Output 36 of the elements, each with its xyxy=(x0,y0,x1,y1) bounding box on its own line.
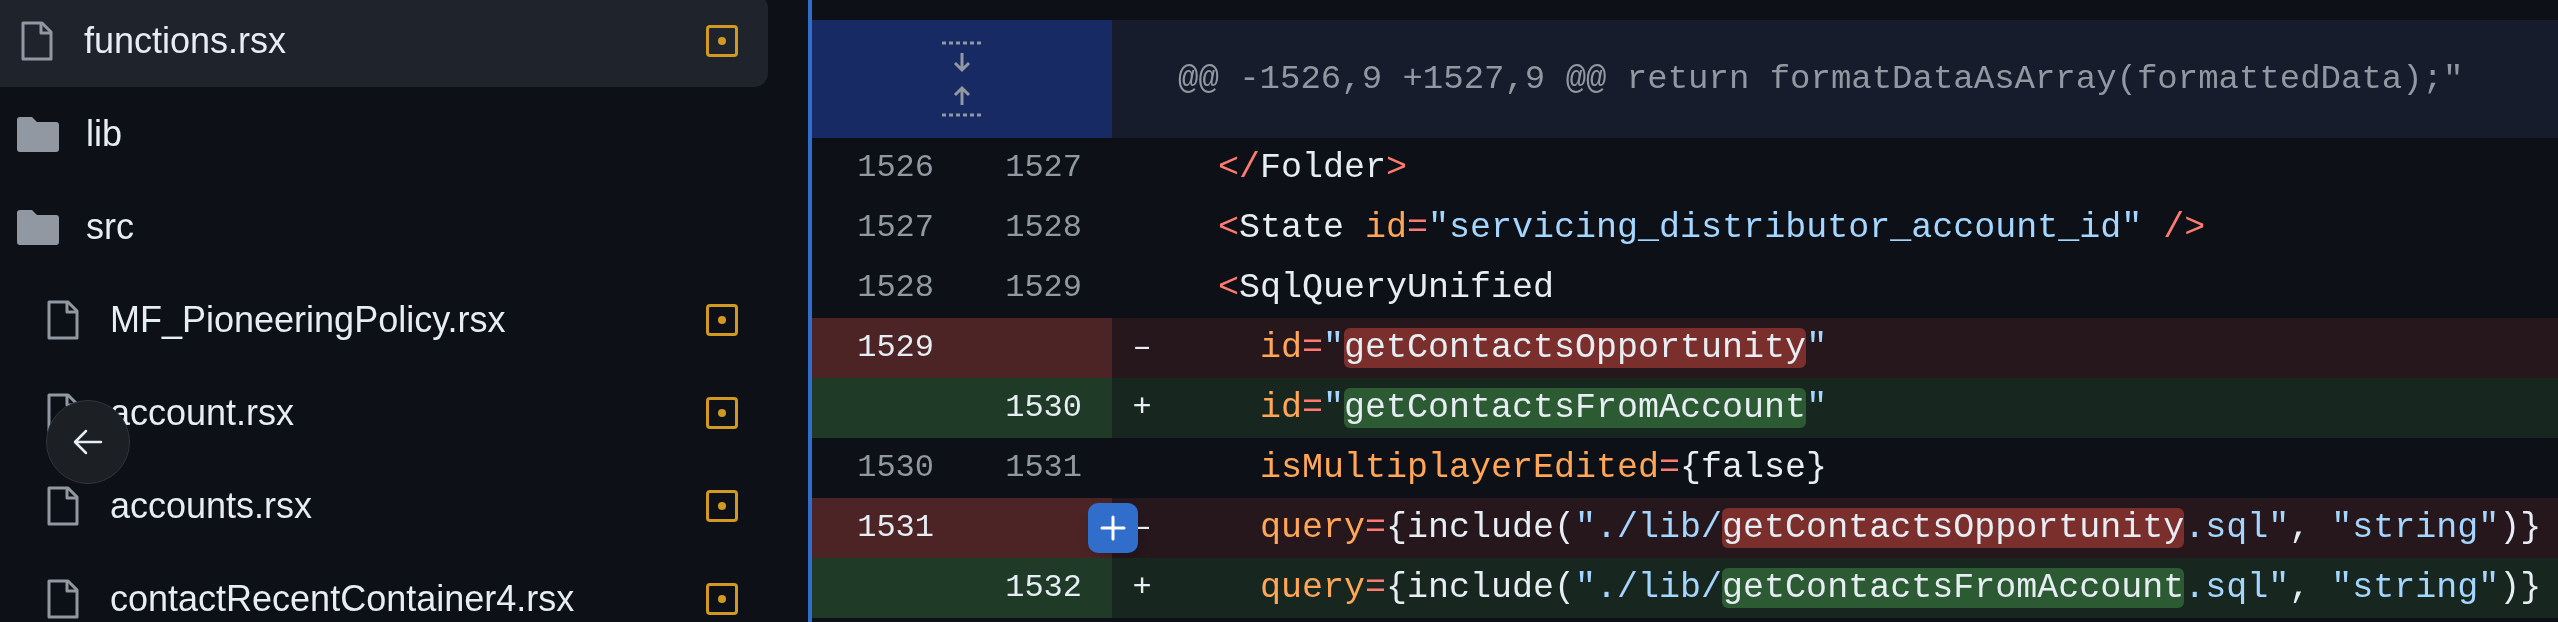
arrow-left-icon xyxy=(73,429,103,455)
line-number: 1528 xyxy=(856,268,935,308)
file-item[interactable]: functions.rsx xyxy=(0,0,768,87)
code-line: <State id="servicing_distributor_account_id" /> xyxy=(1218,206,2206,250)
line-number: 1527 xyxy=(1004,148,1083,188)
line-number: 1531 xyxy=(1004,448,1083,488)
line-number: 1530 xyxy=(856,448,935,488)
added-sign: + xyxy=(1132,388,1152,428)
line-number: 1529 xyxy=(812,318,962,378)
file-icon xyxy=(20,20,54,61)
plus-icon xyxy=(1100,515,1126,541)
code-line: query={include("./lib/getContactsFromAccount.sql", "string")} xyxy=(1259,566,2542,610)
file-icon xyxy=(46,299,80,340)
add-comment-button[interactable] xyxy=(1088,503,1138,553)
code-line: <SqlQueryUnified xyxy=(1218,266,1555,310)
folder-item[interactable]: src xyxy=(0,180,768,273)
line-number: 1531 xyxy=(812,498,962,558)
code-line: </Folder> xyxy=(1218,146,1408,190)
hunk-header: @@ -1526,9 +1527,9 @@ return formatDataAsArray(formattedData);" xyxy=(1112,20,2558,138)
line-number: 1532 xyxy=(962,558,1112,618)
file-icon xyxy=(46,485,80,526)
file-icon xyxy=(46,578,80,619)
file-item[interactable]: contactRecentContainer4.rsx xyxy=(0,552,768,622)
line-number: 1527 xyxy=(856,208,935,248)
line-number: 1530 xyxy=(962,378,1112,438)
line-number: 1529 xyxy=(1004,268,1083,308)
folder-item[interactable]: lib xyxy=(0,87,768,180)
code-line: query={include("./lib/getContactsOpportunity.sql", "string")} xyxy=(1259,506,2542,550)
deleted-sign: – xyxy=(1132,328,1152,368)
line-number: 1528 xyxy=(1004,208,1083,248)
line-number: 1526 xyxy=(856,148,935,188)
file-item[interactable]: accounts.rsx xyxy=(0,459,768,552)
code-line: isMultiplayerEdited={false} xyxy=(1259,446,1828,490)
file-item[interactable]: MF_PioneeringPolicy.rsx xyxy=(0,273,768,366)
expand-icon xyxy=(942,41,982,117)
added-sign: + xyxy=(1132,568,1152,608)
